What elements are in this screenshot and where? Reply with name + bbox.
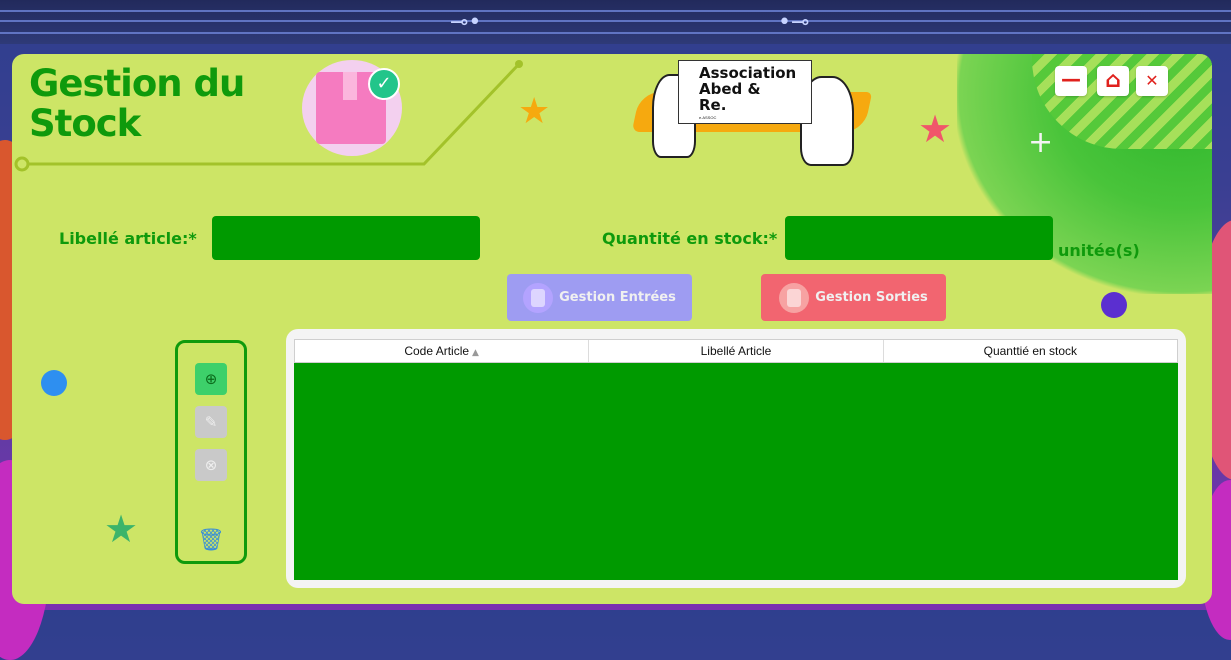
delete-icon: ⊗ <box>204 456 218 474</box>
app-title-line2: Stock <box>29 102 141 145</box>
edit-icon: ✎ <box>204 413 218 431</box>
connector-deco-icon: ⊸• <box>450 10 482 35</box>
column-header-code[interactable]: Code Article ▲ <box>295 340 590 362</box>
column-header-libelle[interactable]: Libellé Article <box>589 340 884 362</box>
star-icon: ★ <box>104 507 139 551</box>
top-line <box>0 20 1231 22</box>
check-icon: ✓ <box>368 68 400 100</box>
sparkle-icon: + <box>1028 125 1054 160</box>
add-button[interactable]: ⊕ <box>195 363 227 395</box>
top-decorative-bar: ⊸• •⊸ <box>0 0 1231 44</box>
connector-deco-icon: •⊸ <box>778 10 810 35</box>
column-header-label: Quanttié en stock <box>983 344 1078 358</box>
star-icon: ★ <box>518 91 551 132</box>
libelle-label: Libellé article:* <box>59 229 197 248</box>
gestion-sorties-button[interactable]: Gestion Sorties <box>761 274 946 321</box>
app-title-line1: Gestion du <box>29 62 245 105</box>
home-icon: ⌂ <box>1105 68 1121 93</box>
table-header: Code Article ▲ Libellé Article Quanttié e… <box>294 339 1178 363</box>
top-line <box>0 32 1231 34</box>
trash-button[interactable]: 🗑 <box>195 525 227 557</box>
quantite-input[interactable] <box>785 216 1053 260</box>
gestion-entrees-button[interactable]: Gestion Entrées <box>507 274 692 321</box>
robot-icon <box>523 282 554 313</box>
unit-suffix: unitée(s) <box>1058 241 1140 260</box>
gestion-entrees-label: Gestion Entrées <box>559 290 676 305</box>
purple-dot-decoration <box>1101 292 1127 318</box>
robot-icon <box>779 282 810 313</box>
quantite-label: Quantité en stock:* <box>602 229 778 248</box>
trash-icon: 🗑 <box>197 528 225 553</box>
logo-name-line: Association <box>699 64 797 82</box>
top-line <box>0 10 1231 12</box>
close-icon: ✕ <box>1145 71 1159 90</box>
app-title: Gestion du Stock <box>29 62 245 145</box>
column-header-label: Libellé Article <box>700 344 772 358</box>
blue-dot-decoration <box>41 370 67 396</box>
edit-button[interactable]: ✎ <box>195 406 227 438</box>
logo-tagline: e.ASSOC <box>699 115 717 120</box>
home-button[interactable]: ⌂ <box>1097 66 1129 96</box>
stock-table: Code Article ▲ Libellé Article Quanttié e… <box>294 339 1178 580</box>
add-icon: ⊕ <box>204 370 218 388</box>
stock-table-container: Code Article ▲ Libellé Article Quanttié e… <box>286 329 1186 588</box>
minimize-button[interactable]: — <box>1055 66 1087 96</box>
association-logo: Association Abed & Re. e.ASSOC <box>678 60 812 124</box>
column-header-label: Code Article <box>404 344 470 358</box>
star-icon: ★ <box>918 107 953 151</box>
delete-button[interactable]: ⊗ <box>195 449 227 481</box>
main-window: Gestion du Stock ✓ Association Abed & Re… <box>12 54 1212 604</box>
gestion-sorties-label: Gestion Sorties <box>815 290 928 305</box>
logo-name-line: Abed & <box>699 80 761 98</box>
crud-toolbar: ⊕ ✎ ⊗ 🗑 <box>175 340 247 564</box>
logo-name-line: Re. <box>699 96 727 114</box>
close-button[interactable]: ✕ <box>1136 66 1168 96</box>
sort-ascending-icon: ▲ <box>472 348 479 358</box>
libelle-input[interactable] <box>212 216 480 260</box>
column-header-quantite[interactable]: Quanttié en stock <box>884 340 1177 362</box>
table-body[interactable] <box>294 363 1178 580</box>
minimize-icon: — <box>1061 67 1081 91</box>
